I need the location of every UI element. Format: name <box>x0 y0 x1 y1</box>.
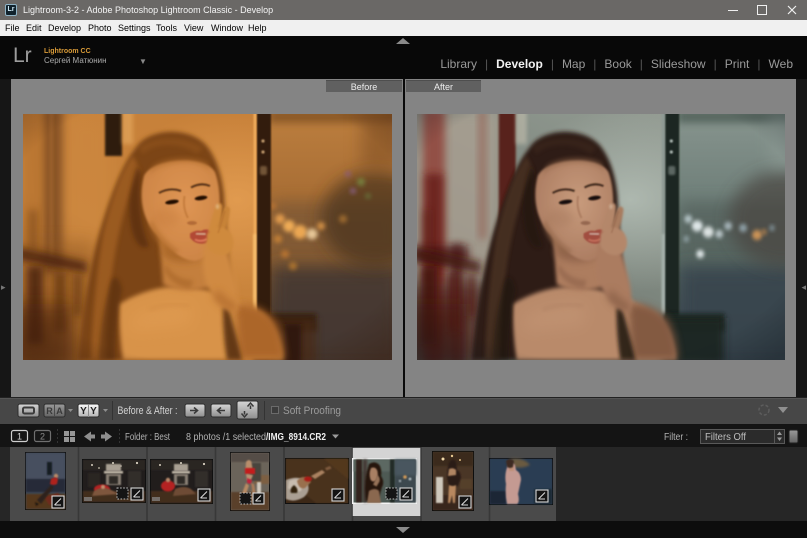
svg-text:Filters Off: Filters Off <box>705 432 746 443</box>
svg-text:Before & After :: Before & After : <box>118 405 178 417</box>
svg-text:Filter :: Filter : <box>664 432 688 443</box>
svg-text:2: 2 <box>40 432 45 442</box>
svg-text:8 photos /1 selected: 8 photos /1 selected <box>186 432 266 443</box>
svg-text:1: 1 <box>17 432 22 442</box>
svg-text:Soft Proofing: Soft Proofing <box>283 405 341 417</box>
svg-text:A: A <box>56 406 63 416</box>
svg-text:/IMG_8914.CR2: /IMG_8914.CR2 <box>266 432 326 443</box>
svg-text:Y: Y <box>80 406 87 417</box>
svg-text:Folder : Best: Folder : Best <box>125 432 170 443</box>
svg-text:Y: Y <box>90 406 97 417</box>
svg-text:R: R <box>46 406 53 416</box>
